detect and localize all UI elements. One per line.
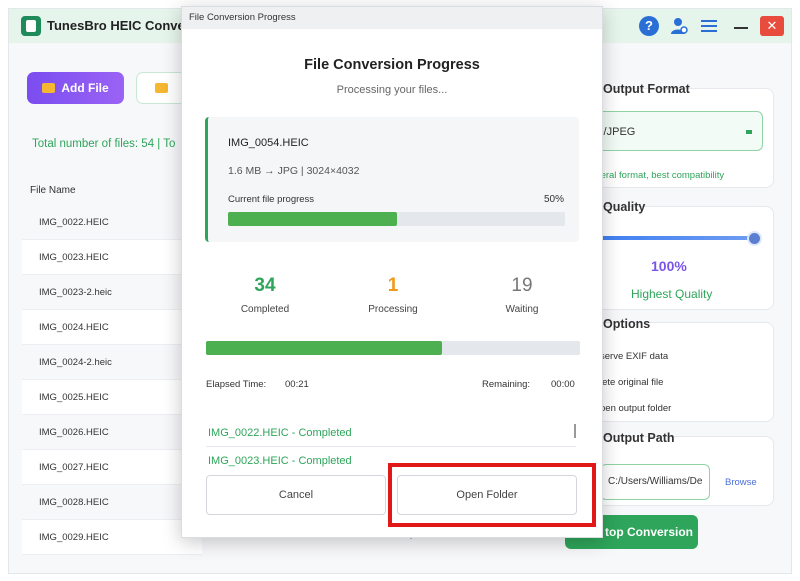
dialog-subheading: Processing your files... [336,84,448,96]
file-row[interactable]: IMG_0024.HEIC [22,310,202,345]
highlight-box [388,463,596,527]
output-path-title: Output Path [603,431,675,445]
waiting-label: Waiting [505,304,539,315]
file-row[interactable]: IMG_0023.HEIC [22,240,202,275]
close-window-button[interactable]: ✕ [760,16,784,36]
app-logo-icon [21,16,41,36]
current-file-name: IMG_0054.HEIC [228,137,309,149]
completed-stat: 34 Completed [210,275,320,315]
dialog-heading: File Conversion Progress [304,57,480,73]
completed-count: 34 [254,275,276,296]
current-file-progress-label: Current file progress [228,194,315,205]
waiting-stat: 19 Waiting [467,275,577,315]
dialog-title-bar: File Conversion Progress [182,7,602,29]
processing-stat: 1 Processing [338,275,448,315]
help-icon[interactable]: ? [639,16,659,36]
current-file-meta: 1.6 MB → JPG | 3024×4032 [228,165,360,177]
folder-icon [42,83,56,93]
current-file-progress-percent: 50% [543,194,564,205]
quality-label: Highest Quality [631,287,713,301]
remaining-time-value: 00:00 [551,379,575,390]
total-files-text: Total number of files: 54 | To [32,138,176,150]
processing-count: 1 [387,275,399,296]
add-file-button[interactable]: Add File [27,72,124,104]
file-row[interactable]: IMG_0026.HEIC [22,415,202,450]
quality-slider-thumb[interactable] [747,231,762,246]
browse-button[interactable]: Browse [725,477,757,488]
elapsed-time-value: 00:21 [285,379,309,390]
current-file-progress-bar [228,212,565,226]
file-row[interactable]: IMG_0029.HEIC [22,520,202,555]
quality-title: Quality [603,200,646,214]
file-row[interactable]: IMG_0022.HEIC [22,205,202,240]
file-name-column-header: File Name [30,185,76,196]
folder-icon [155,83,168,93]
conversion-log[interactable]: IMG_0022.HEIC - Completed IMG_0023.HEIC … [206,417,581,467]
options-title: Options [603,317,651,331]
remaining-time-label: Remaining: [482,379,531,390]
log-divider [206,446,576,447]
dropdown-indicator-icon [746,130,752,134]
overall-progress-bar [206,341,580,355]
option-preserve-exif[interactable]: serve EXIF data [600,351,668,362]
log-entry: IMG_0023.HEIC - Completed [208,455,352,467]
output-path-input[interactable]: C:/Users/Williams/De [600,464,710,500]
completed-label: Completed [240,304,290,315]
file-list: IMG_0022.HEIC IMG_0023.HEIC IMG_0023-2.h… [22,205,202,555]
minimize-icon[interactable] [731,16,751,36]
file-row[interactable]: IMG_0024-2.heic [22,345,202,380]
file-row[interactable]: IMG_0028.HEIC [22,485,202,520]
output-format-hint: eneral format, best compatibility [590,170,725,181]
option-delete-original[interactable]: lete original file [600,377,663,388]
quality-slider-track[interactable] [580,236,755,240]
waiting-count: 19 [511,275,533,296]
option-open-output-folder[interactable]: pen output folder [600,403,671,414]
log-scrollbar[interactable] [574,424,576,438]
quality-value: 100% [651,258,687,274]
user-icon[interactable] [669,16,689,36]
current-file-card: IMG_0054.HEIC 1.6 MB → JPG | 3024×4032 C… [205,117,579,242]
file-row[interactable]: IMG_0023-2.heic [22,275,202,310]
menu-icon[interactable] [699,16,719,36]
output-format-select[interactable]: G/JPEG [580,111,763,151]
log-entry: IMG_0022.HEIC - Completed [208,427,352,439]
elapsed-time-label: Elapsed Time: [206,379,267,390]
current-file-progress-fill [228,212,397,226]
file-row[interactable]: IMG_0027.HEIC [22,450,202,485]
output-format-title: Output Format [603,82,690,96]
add-file-label: Add File [61,81,109,95]
cancel-button[interactable]: Cancel [206,475,386,515]
file-row[interactable]: IMG_0025.HEIC [22,380,202,415]
processing-label: Processing [368,304,418,315]
conversion-progress-dialog: File Conversion Progress File Conversion… [181,6,603,538]
overall-progress-fill [206,341,442,355]
